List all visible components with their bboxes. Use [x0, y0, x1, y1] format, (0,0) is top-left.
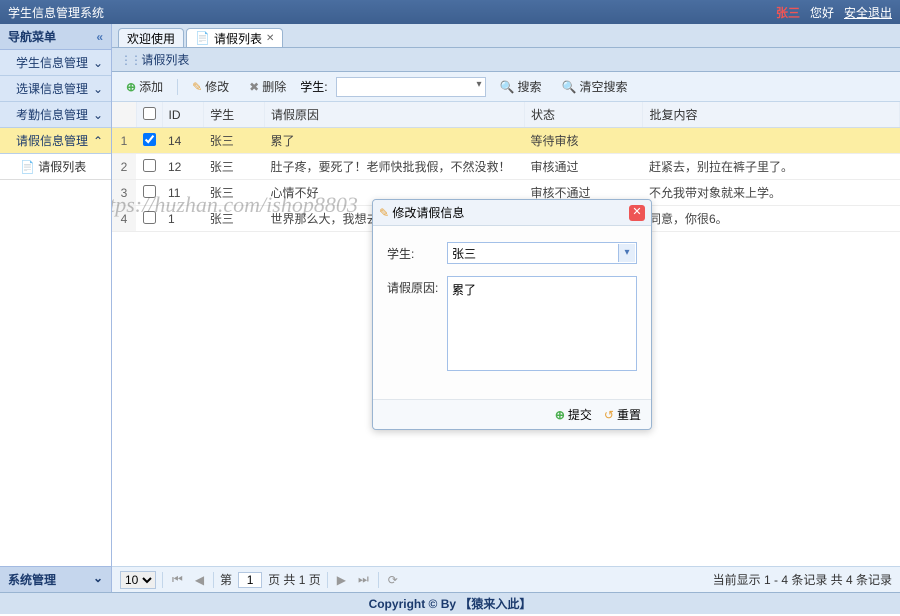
dialog-title: 修改请假信息 — [379, 204, 464, 221]
search-button[interactable]: 🔍搜索 — [494, 76, 548, 97]
page-input[interactable] — [238, 572, 262, 588]
close-icon[interactable]: ✕ — [266, 33, 274, 44]
header-right: 张三 您好 安全退出 — [776, 4, 892, 21]
greet-text: 您好 — [810, 4, 834, 21]
chevron-down-icon: ⌄ — [93, 571, 103, 588]
tab-strip: 欢迎使用 📄 请假列表 ✕ — [112, 24, 900, 48]
col-student[interactable]: 学生 — [204, 102, 265, 128]
collapse-icon: « — [96, 30, 103, 44]
nav-student[interactable]: 学生信息管理⌄ — [0, 50, 111, 76]
clear-icon: 🔍 — [562, 80, 577, 94]
row-checkbox[interactable] — [143, 133, 156, 146]
current-user: 张三 — [776, 4, 800, 21]
nav-system[interactable]: 系统管理⌄ — [0, 566, 111, 592]
student-label: 学生: — [300, 78, 327, 95]
tab-icon: 📄 — [195, 31, 210, 45]
add-button[interactable]: ⊕添加 — [120, 76, 169, 97]
tab-leave-list[interactable]: 📄 请假列表 ✕ — [186, 28, 283, 47]
first-page-button[interactable]: ⏮ — [169, 572, 186, 587]
panel-title: 请假列表 — [112, 48, 900, 72]
nav-leave[interactable]: 请假信息管理⌃ — [0, 128, 111, 154]
row-checkbox[interactable] — [143, 159, 156, 172]
edit-button[interactable]: ✎修改 — [186, 76, 235, 97]
search-icon: 🔍 — [500, 80, 515, 94]
last-page-button[interactable]: ⏭ — [355, 572, 372, 587]
submit-icon: ⊕ — [555, 408, 565, 422]
form-student-label: 学生: — [387, 242, 447, 264]
page-size-select[interactable]: 10 — [120, 571, 156, 589]
reset-icon: ↺ — [604, 408, 614, 422]
footer: Copyright © By 【猿来入此】 — [0, 592, 900, 614]
toolbar: ⊕添加 ✎修改 ✖删除 学生: 🔍搜索 🔍清空搜索 — [112, 72, 900, 102]
student-input[interactable] — [336, 77, 486, 97]
student-combo[interactable] — [336, 77, 486, 97]
main-layout: 导航菜单 « 学生信息管理⌄ 选课信息管理⌄ 考勤信息管理⌄ 请假信息管理⌃ 请… — [0, 24, 900, 592]
row-checkbox[interactable] — [143, 211, 156, 224]
table-row[interactable]: 114张三累了等待审核 — [112, 128, 900, 154]
pager: 10 ⏮ ◀ 第 页 共 1 页 ▶ ⏭ ⟳ 当前显示 1 - 4 条记录 共 … — [112, 566, 900, 592]
edit-dialog: 修改请假信息 ✕ 学生: 请假原因: 累了 ⊕提交 ↺重置 — [372, 199, 652, 430]
chevron-up-icon: ⌃ — [93, 134, 103, 148]
row-checkbox[interactable] — [143, 185, 156, 198]
dialog-body: 学生: 请假原因: 累了 — [373, 226, 651, 399]
sidebar-fill — [0, 180, 111, 566]
dialog-footer: ⊕提交 ↺重置 — [373, 399, 651, 429]
nav-header[interactable]: 导航菜单 « — [0, 24, 111, 50]
next-page-button[interactable]: ▶ — [334, 573, 349, 587]
col-status[interactable]: 状态 — [525, 102, 643, 128]
refresh-button[interactable]: ⟳ — [385, 573, 401, 587]
chevron-down-icon: ⌄ — [93, 108, 103, 122]
form-student-input[interactable] — [447, 242, 637, 264]
app-title: 学生信息管理系统 — [8, 4, 104, 21]
chevron-down-icon: ⌄ — [93, 56, 103, 70]
reset-button[interactable]: ↺重置 — [604, 406, 641, 423]
col-id[interactable]: ID — [162, 102, 204, 128]
nav-leave-list[interactable]: 请假列表 — [0, 154, 111, 180]
grid-header: ID 学生 请假原因 状态 批复内容 — [112, 102, 900, 128]
sidebar: 导航菜单 « 学生信息管理⌄ 选课信息管理⌄ 考勤信息管理⌄ 请假信息管理⌃ 请… — [0, 24, 112, 592]
tab-welcome[interactable]: 欢迎使用 — [118, 28, 184, 47]
form-student-combo[interactable] — [447, 242, 637, 264]
add-icon: ⊕ — [126, 80, 136, 94]
submit-button[interactable]: ⊕提交 — [555, 406, 592, 423]
logout-link[interactable]: 安全退出 — [844, 4, 892, 21]
table-row[interactable]: 212张三肚子疼，要死了！老师快批我假，不然没救！审核通过赶紧去，别拉在裤子里了… — [112, 154, 900, 180]
app-header: 学生信息管理系统 张三 您好 安全退出 — [0, 0, 900, 24]
form-reason-label: 请假原因: — [387, 276, 447, 371]
pager-info: 当前显示 1 - 4 条记录 共 4 条记录 — [713, 571, 892, 588]
chevron-down-icon: ⌄ — [93, 82, 103, 96]
prev-page-button[interactable]: ◀ — [192, 573, 207, 587]
check-all[interactable] — [143, 107, 156, 120]
clear-search-button[interactable]: 🔍清空搜索 — [556, 76, 634, 97]
edit-icon: ✎ — [192, 80, 202, 94]
form-reason-textarea[interactable]: 累了 — [447, 276, 637, 371]
delete-icon: ✖ — [249, 80, 259, 94]
content: 欢迎使用 📄 请假列表 ✕ 请假列表 ⊕添加 ✎修改 ✖删除 学生: 🔍搜索 🔍… — [112, 24, 900, 592]
col-reply[interactable]: 批复内容 — [643, 102, 900, 128]
nav-attendance[interactable]: 考勤信息管理⌄ — [0, 102, 111, 128]
col-reason[interactable]: 请假原因 — [265, 102, 525, 128]
dialog-close-button[interactable]: ✕ — [629, 205, 645, 221]
dialog-header[interactable]: 修改请假信息 ✕ — [373, 200, 651, 226]
delete-button[interactable]: ✖删除 — [243, 76, 292, 97]
nav-course[interactable]: 选课信息管理⌄ — [0, 76, 111, 102]
